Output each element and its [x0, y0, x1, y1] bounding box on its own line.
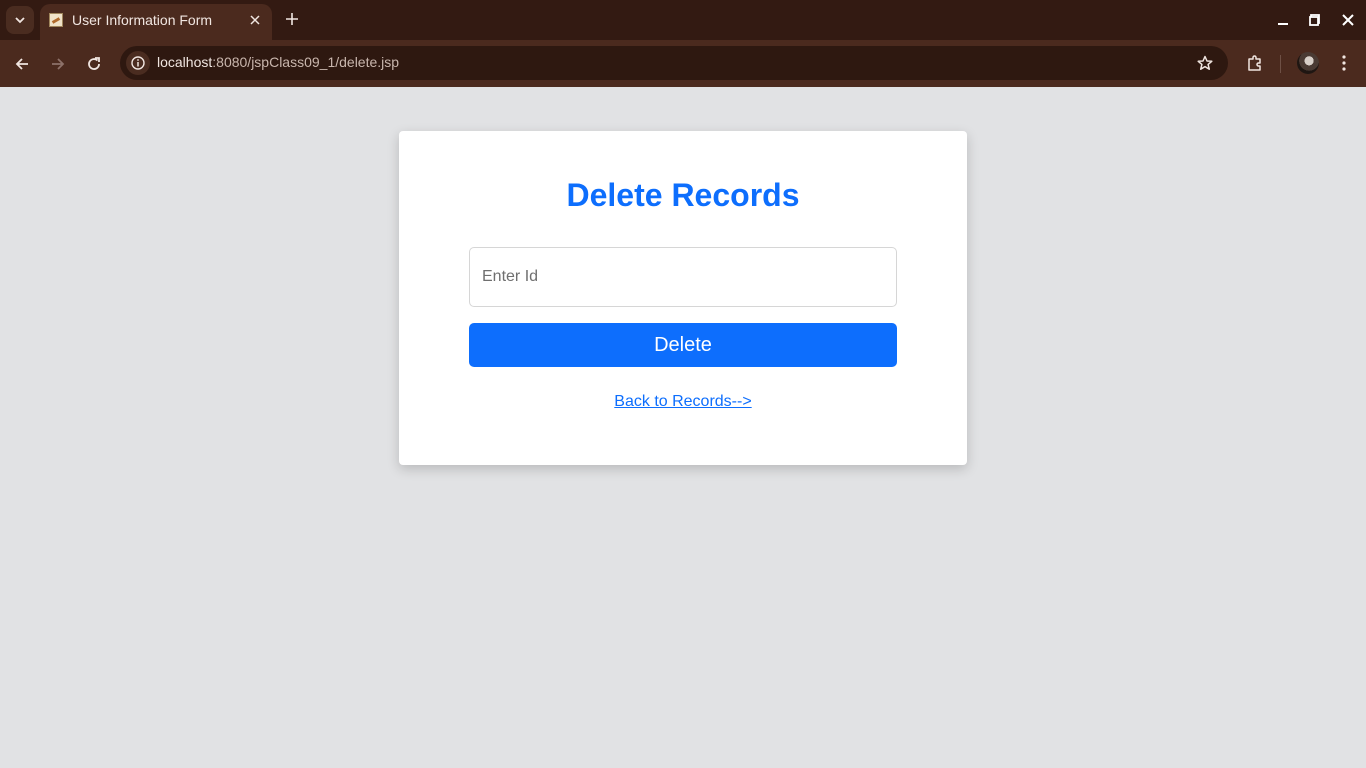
active-tab[interactable]: User Information Form — [40, 4, 272, 40]
maximize-button[interactable] — [1303, 8, 1327, 32]
puzzle-icon — [1248, 55, 1261, 71]
tab-title: User Information Form — [72, 12, 213, 28]
delete-form-card: Delete Records Delete Back to Records--> — [399, 131, 967, 465]
info-icon — [131, 56, 145, 70]
toolbar-separator — [1280, 55, 1281, 73]
bookmark-button[interactable] — [1194, 52, 1216, 74]
kebab-menu-icon — [1342, 55, 1346, 71]
url-path: :8080/jspClass09_1/delete.jsp — [212, 54, 400, 70]
close-window-button[interactable] — [1336, 8, 1360, 32]
chevron-down-icon — [15, 17, 25, 24]
tab-close-button[interactable] — [246, 11, 264, 29]
maximize-icon — [1309, 14, 1320, 26]
back-button[interactable] — [8, 50, 36, 78]
reload-icon — [88, 57, 100, 70]
site-info-button[interactable] — [126, 51, 150, 75]
tab-strip: User Information Form — [0, 0, 1366, 40]
profile-avatar[interactable] — [1297, 52, 1319, 74]
new-tab-button[interactable] — [280, 7, 304, 31]
tab-search-button[interactable] — [6, 6, 34, 34]
id-input[interactable] — [469, 247, 897, 307]
back-arrow-icon — [15, 58, 28, 70]
browser-toolbar: localhost:8080/jspClass09_1/delete.jsp — [0, 40, 1366, 87]
minimize-button[interactable] — [1271, 8, 1295, 32]
minimize-icon — [1278, 23, 1288, 25]
plus-icon — [286, 13, 298, 25]
url-text[interactable]: localhost:8080/jspClass09_1/delete.jsp — [157, 54, 399, 70]
star-icon — [1197, 55, 1213, 70]
back-to-records-link[interactable]: Back to Records--> — [614, 393, 751, 410]
browser-chrome: User Information Form localhost:8080/jsp… — [0, 0, 1366, 87]
close-icon — [1342, 14, 1354, 26]
close-icon — [250, 15, 260, 25]
forward-arrow-icon — [52, 58, 65, 70]
browser-menu-button[interactable] — [1332, 51, 1356, 75]
url-host: localhost — [157, 54, 213, 70]
page-title: Delete Records — [566, 177, 800, 213]
extensions-button[interactable] — [1243, 51, 1267, 75]
favicon-icon — [49, 13, 63, 27]
back-link-container: Back to Records--> — [399, 393, 967, 411]
delete-button[interactable]: Delete — [469, 323, 897, 367]
address-bar[interactable]: localhost:8080/jspClass09_1/delete.jsp — [120, 46, 1228, 80]
reload-button[interactable] — [80, 50, 108, 78]
forward-button[interactable] — [44, 50, 72, 78]
